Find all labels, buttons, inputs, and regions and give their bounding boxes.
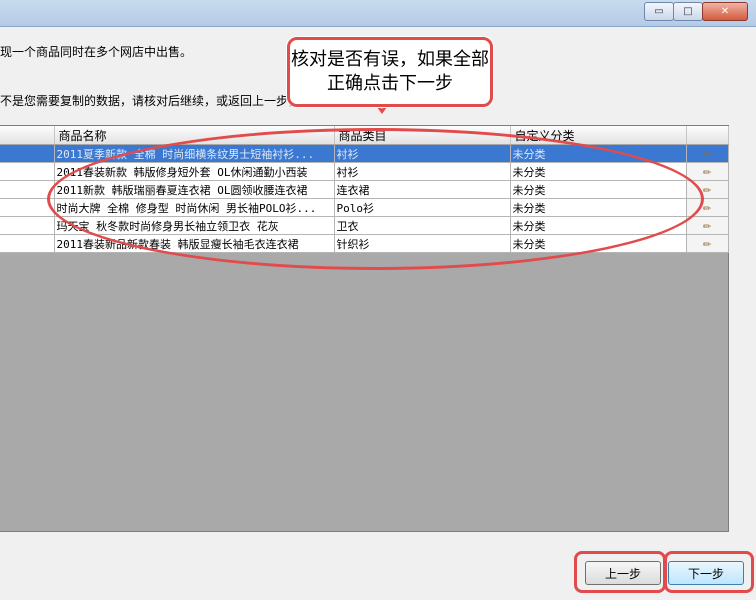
column-header-category[interactable]: 商品类目: [334, 126, 511, 145]
category-cell: 卫衣: [334, 216, 511, 235]
category-cell: Polo衫: [334, 198, 511, 217]
notice-text: 不是您需要复制的数据，请核对后继续，或返回上一步修: [0, 94, 301, 108]
custom-category-cell: 未分类: [510, 162, 687, 181]
column-header-name[interactable]: 商品名称: [54, 126, 335, 145]
close-button[interactable]: ✕: [702, 2, 748, 21]
product-table: 商品名称 商品类目 自定义分类 2011夏季新款 全棉 时尚细横条纹男士短袖衬衫…: [0, 126, 729, 253]
window-controls: ▭ □ ✕: [644, 2, 748, 21]
edit-cell[interactable]: ✎: [686, 198, 729, 217]
edit-cell[interactable]: ✎: [686, 162, 729, 181]
next-step-button[interactable]: 下一步: [668, 561, 744, 585]
table-row[interactable]: 2011夏季新款 全棉 时尚细横条纹男士短袖衬衫... 衬衫 未分类 ✎: [0, 144, 729, 163]
row-id: [0, 144, 55, 163]
pencil-icon[interactable]: ✎: [699, 182, 714, 197]
custom-category-cell: 未分类: [510, 144, 687, 163]
table-row[interactable]: 2011春装新款 韩版修身短外套 OL休闲通勤小西装 衬衫 未分类 ✎: [0, 162, 729, 181]
column-header-custom[interactable]: 自定义分类: [510, 126, 687, 145]
custom-category-cell: 未分类: [510, 180, 687, 199]
pencil-icon[interactable]: ✎: [699, 164, 714, 179]
pencil-icon[interactable]: ✎: [699, 236, 714, 251]
table-row[interactable]: 2011春装新品新款春装 韩版显瘦长袖毛衣连衣裙 针织衫 未分类 ✎: [0, 234, 729, 253]
row-id: [0, 234, 55, 253]
row-id: [0, 216, 55, 235]
row-id: [0, 198, 55, 217]
table-row[interactable]: 玛天宝 秋冬款时尚修身男长袖立领卫衣 花灰 卫衣 未分类 ✎: [0, 216, 729, 235]
minimize-button[interactable]: ▭: [644, 2, 674, 21]
product-table-container[interactable]: 商品名称 商品类目 自定义分类 2011夏季新款 全棉 时尚细横条纹男士短袖衬衫…: [0, 125, 729, 532]
edit-cell[interactable]: ✎: [686, 216, 729, 235]
prev-step-button[interactable]: 上一步: [585, 561, 661, 585]
category-cell: 衬衫: [334, 162, 511, 181]
intro-text: 现一个商品同时在多个网店中出售。: [0, 45, 193, 59]
custom-category-cell: 未分类: [510, 234, 687, 253]
column-header-edit: [686, 126, 729, 145]
custom-category-cell: 未分类: [510, 216, 687, 235]
callout-bubble: 核对是否有误，如果全部正确点击下一步: [287, 37, 493, 107]
maximize-button[interactable]: □: [673, 2, 703, 21]
edit-cell[interactable]: ✎: [686, 180, 729, 199]
column-header-id[interactable]: [0, 126, 55, 145]
product-name-cell: 2011新款 韩版瑞丽春夏连衣裙 OL圆领收腰连衣裙: [54, 180, 335, 199]
product-name-cell: 玛天宝 秋冬款时尚修身男长袖立领卫衣 花灰: [54, 216, 335, 235]
table-row[interactable]: 2011新款 韩版瑞丽春夏连衣裙 OL圆领收腰连衣裙 连衣裙 未分类 ✎: [0, 180, 729, 199]
category-cell: 针织衫: [334, 234, 511, 253]
pencil-icon[interactable]: ✎: [699, 146, 714, 161]
edit-cell[interactable]: ✎: [686, 234, 729, 253]
pencil-icon[interactable]: ✎: [699, 218, 714, 233]
product-name-cell: 时尚大牌 全棉 修身型 时尚休闲 男长袖POLO衫...: [54, 198, 335, 217]
edit-cell[interactable]: ✎: [686, 144, 729, 163]
product-name-cell: 2011夏季新款 全棉 时尚细横条纹男士短袖衬衫...: [54, 144, 335, 163]
pencil-icon[interactable]: ✎: [699, 200, 714, 215]
product-name-cell: 2011春装新款 韩版修身短外套 OL休闲通勤小西装: [54, 162, 335, 181]
custom-category-cell: 未分类: [510, 198, 687, 217]
row-id: [0, 162, 55, 181]
row-id: [0, 180, 55, 199]
callout-text: 核对是否有误，如果全部正确点击下一步: [291, 49, 489, 94]
table-header-row: 商品名称 商品类目 自定义分类: [0, 126, 729, 145]
category-cell: 连衣裙: [334, 180, 511, 199]
title-bar: ▭ □ ✕: [0, 0, 756, 27]
product-name-cell: 2011春装新品新款春装 韩版显瘦长袖毛衣连衣裙: [54, 234, 335, 253]
category-cell: 衬衫: [334, 144, 511, 163]
table-row[interactable]: 时尚大牌 全棉 修身型 时尚休闲 男长袖POLO衫... Polo衫 未分类 ✎: [0, 198, 729, 217]
